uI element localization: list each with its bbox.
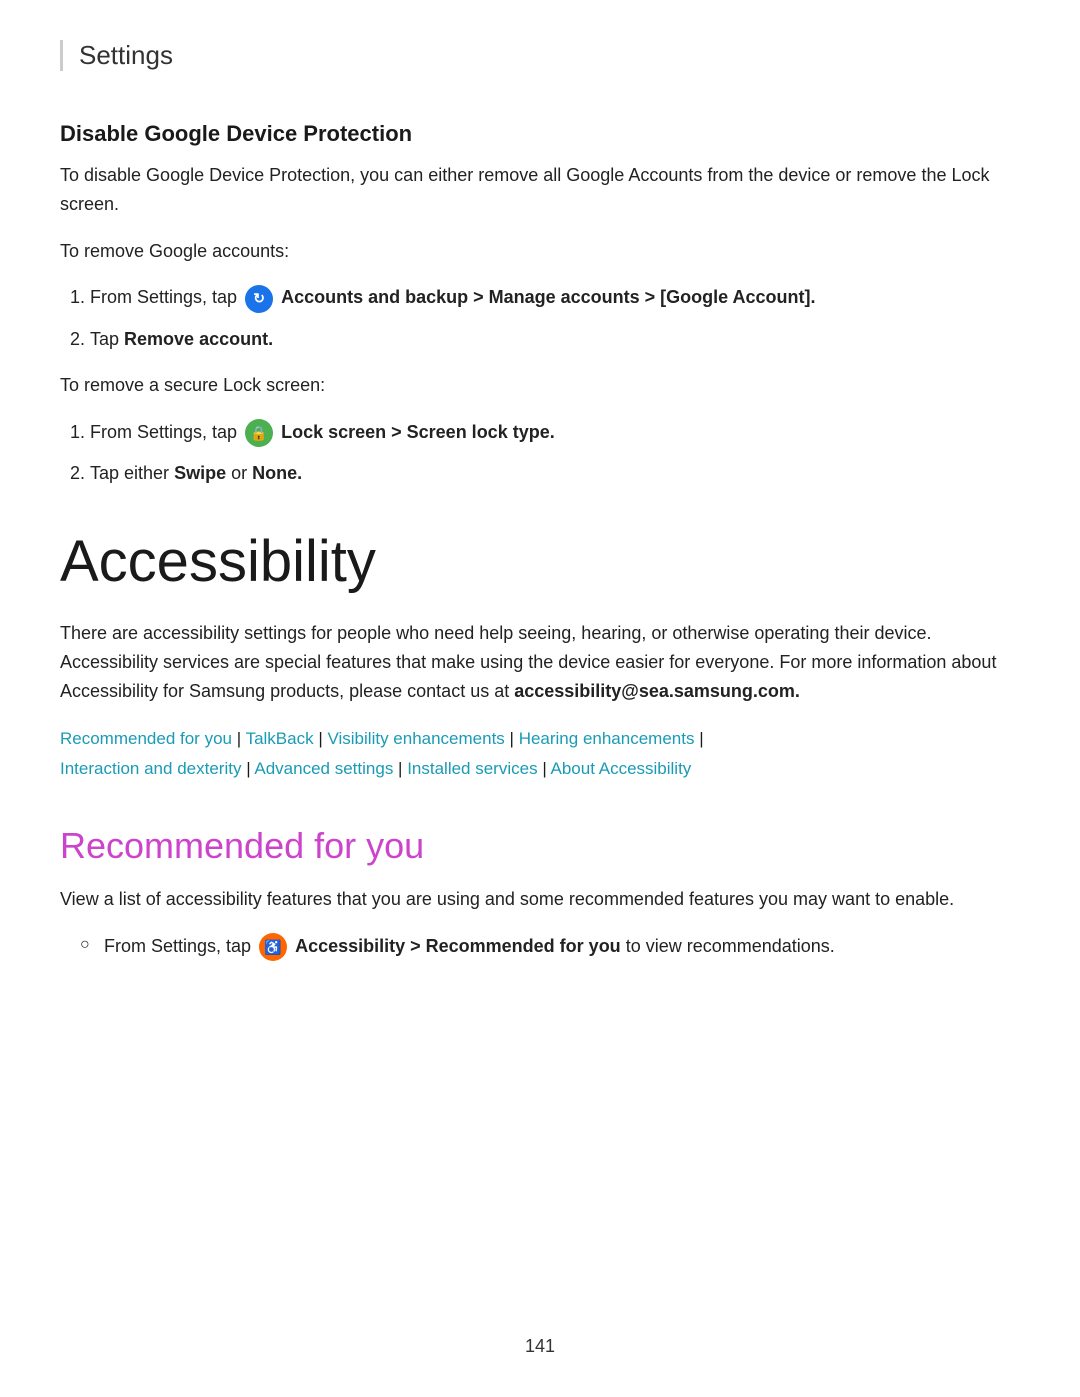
list-item: Tap either Swipe or None.: [90, 459, 1020, 488]
list-item: Tap Remove account.: [90, 325, 1020, 354]
google-accounts-list: From Settings, tap ↻ Accounts and backup…: [90, 283, 1020, 353]
nav-hearing[interactable]: Hearing enhancements: [519, 729, 695, 748]
recommended-section: Recommended for you View a list of acces…: [60, 825, 1020, 961]
disable-section: Disable Google Device Protection To disa…: [60, 121, 1020, 488]
list-item: From Settings, tap ↻ Accounts and backup…: [90, 283, 1020, 312]
lock-screen-intro: To remove a secure Lock screen:: [60, 371, 1020, 400]
lock-screen-list: From Settings, tap 🔒 Lock screen > Scree…: [90, 418, 1020, 488]
none-bold: None.: [252, 463, 302, 483]
google-accounts-intro: To remove Google accounts:: [60, 237, 1020, 266]
list-item: From Settings, tap 🔒 Lock screen > Scree…: [90, 418, 1020, 447]
accessibility-description: There are accessibility settings for peo…: [60, 619, 1020, 705]
recommended-description: View a list of accessibility features th…: [60, 885, 1020, 914]
accounts-icon: ↻: [245, 285, 273, 313]
lock-screen-bold: Lock screen > Screen lock type.: [281, 422, 555, 442]
step1-bold: Accounts and backup > Manage accounts > …: [281, 287, 815, 307]
accessibility-email: accessibility@sea.samsung.com.: [514, 681, 800, 701]
nav-about[interactable]: About Accessibility: [551, 759, 692, 778]
nav-links: Recommended for you | TalkBack | Visibil…: [60, 724, 1020, 785]
settings-title: Settings: [79, 40, 173, 70]
nav-visibility[interactable]: Visibility enhancements: [327, 729, 504, 748]
list-item: From Settings, tap ♿ Accessibility > Rec…: [80, 932, 1020, 961]
nav-advanced[interactable]: Advanced settings: [254, 759, 393, 778]
swipe-bold: Swipe: [174, 463, 226, 483]
recommended-heading: Recommended for you: [60, 825, 1020, 867]
nav-talkback[interactable]: TalkBack: [246, 729, 314, 748]
accessibility-path-bold: Accessibility > Recommended for you: [295, 936, 621, 956]
page-number: 141: [525, 1336, 555, 1357]
nav-installed[interactable]: Installed services: [407, 759, 537, 778]
recommended-list: From Settings, tap ♿ Accessibility > Rec…: [80, 932, 1020, 961]
settings-header: Settings: [60, 40, 1020, 71]
remove-account-bold: Remove account.: [124, 329, 273, 349]
disable-intro: To disable Google Device Protection, you…: [60, 161, 1020, 219]
accessibility-icon: ♿: [259, 933, 287, 961]
accessibility-title: Accessibility: [60, 528, 1020, 595]
nav-recommended[interactable]: Recommended for you: [60, 729, 232, 748]
lock-icon: 🔒: [245, 419, 273, 447]
disable-heading: Disable Google Device Protection: [60, 121, 1020, 147]
nav-interaction[interactable]: Interaction and dexterity: [60, 759, 241, 778]
